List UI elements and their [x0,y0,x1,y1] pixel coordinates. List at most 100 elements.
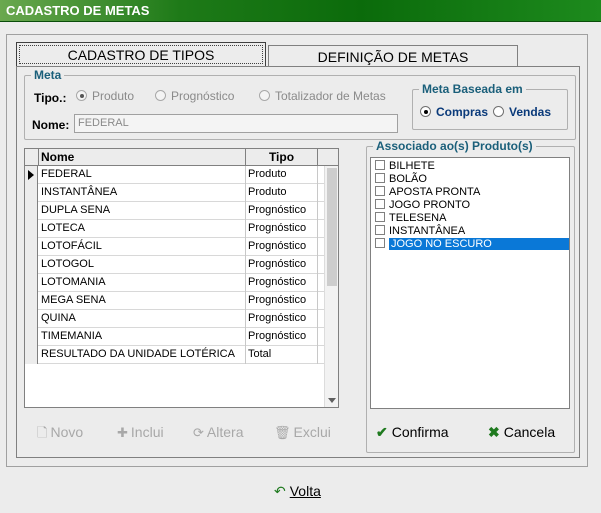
checkbox[interactable] [375,212,385,222]
checkbox[interactable] [375,199,385,209]
grid-header-indicator [25,149,39,166]
checklist-item[interactable]: JOGO NO ESCURO [375,238,569,251]
radio-vendas[interactable]: Vendas [493,105,551,119]
grid-header-tipo[interactable]: Tipo [246,149,318,166]
cancela-button[interactable]: ✖ Cancela [488,424,555,441]
radio-dot [76,90,87,101]
checklist-item[interactable]: JOGO PRONTO [375,199,569,212]
table-row[interactable]: LOTOMANIA Prognóstico [25,274,324,292]
scroll-down-icon[interactable] [328,398,336,403]
cell-nome[interactable]: LOTECA [39,220,246,238]
checklist-item[interactable]: APOSTA PRONTA [375,186,569,199]
table-row[interactable]: RESULTADO DA UNIDADE LOTÉRICA Total [25,346,324,364]
cell-nome[interactable]: MEGA SENA [39,292,246,310]
tipo-radio-totalizador[interactable]: Totalizador de Metas [259,89,386,103]
grid-header-nome[interactable]: Nome [39,149,246,166]
checkbox[interactable] [375,225,385,235]
tipo-label: Tipo.: [34,91,67,105]
new-document-icon: 🗋 [37,425,48,440]
cell-tipo[interactable]: Produto [246,184,318,202]
associado-legend: Associado ao(s) Produto(s) [376,139,533,153]
table-row[interactable]: MEGA SENA Prognóstico [25,292,324,310]
table-row[interactable]: QUINA Prognóstico [25,310,324,328]
cell-tipo[interactable]: Prognóstico [246,220,318,238]
cell-nome[interactable]: LOTOFÁCIL [39,238,246,256]
table-row[interactable]: DUPLA SENA Prognóstico [25,202,324,220]
volta-button[interactable]: ↶ Volta [274,483,321,500]
row-indicator [25,166,38,184]
checklist-item[interactable]: BOLÃO [375,173,569,186]
row-indicator [25,256,38,274]
row-indicator [25,346,38,364]
checklist-item-label: JOGO NO ESCURO [389,238,569,250]
current-row-arrow-icon [28,170,34,180]
cell-nome[interactable]: FEDERAL [39,166,246,184]
meta-legend: Meta [34,68,62,82]
novo-button[interactable]: 🗋 Novo [37,424,83,446]
tipo-radio-prognostico[interactable]: Prognóstico [155,89,234,103]
check-icon: ✔ [376,424,388,440]
tipos-grid[interactable]: Nome Tipo FEDERAL Produto INSTANTÂNEA Produ… [24,148,339,408]
tipo-radio-produto[interactable]: Produto [76,89,134,103]
radio-dot [259,90,270,101]
tab-cadastro-de-tipos[interactable]: CADASTRO DE TIPOS [16,42,266,66]
confirma-button[interactable]: ✔ Confirma [376,424,449,441]
cell-nome[interactable]: DUPLA SENA [39,202,246,220]
cell-nome[interactable]: TIMEMANIA [39,328,246,346]
table-row[interactable]: LOTECA Prognóstico [25,220,324,238]
checklist-item-label: TELESENA [389,212,447,224]
checklist-item[interactable]: INSTANTÂNEA [375,225,569,238]
cell-tipo[interactable]: Prognóstico [246,292,318,310]
cell-tipo[interactable]: Prognóstico [246,202,318,220]
table-row[interactable]: INSTANTÂNEA Produto [25,184,324,202]
cell-tipo[interactable]: Produto [246,166,318,184]
radio-dot [420,106,431,117]
x-icon: ✖ [488,424,500,440]
meta-baseada-legend: Meta Baseada em [422,82,523,96]
table-row[interactable]: TIMEMANIA Prognóstico [25,328,324,346]
row-indicator [25,220,38,238]
checklist-item[interactable]: BILHETE [375,160,569,173]
cell-nome[interactable]: LOTOMANIA [39,274,246,292]
table-row[interactable]: LOTOGOL Prognóstico [25,256,324,274]
checklist-item-label: BILHETE [389,160,435,172]
window-title: CADASTRO DE METAS [6,3,150,18]
scroll-thumb[interactable] [327,168,337,286]
row-indicator [25,274,38,292]
grid-header: Nome Tipo [25,149,338,166]
checkbox[interactable] [375,186,385,196]
checklist-item-label: JOGO PRONTO [389,199,471,211]
row-indicator [25,184,38,202]
checklist-item[interactable]: TELESENA [375,212,569,225]
produtos-checklist[interactable]: BILHETE BOLÃO APOSTA PRONTA JOGO PRONTO TELE… [370,157,570,409]
radio-dot [493,106,504,117]
cell-nome[interactable]: RESULTADO DA UNIDADE LOTÉRICA [39,346,246,364]
cell-tipo[interactable]: Prognóstico [246,310,318,328]
cell-tipo[interactable]: Prognóstico [246,238,318,256]
table-row[interactable]: LOTOFÁCIL Prognóstico [25,238,324,256]
radio-compras[interactable]: Compras [420,105,488,119]
cell-nome[interactable]: INSTANTÂNEA [39,184,246,202]
checkbox[interactable] [375,173,385,183]
tab-definicao-de-metas[interactable]: DEFINIÇÃO DE METAS [268,45,518,67]
cell-nome[interactable]: QUINA [39,310,246,328]
row-indicator [25,202,38,220]
nome-input[interactable]: FEDERAL [74,114,398,133]
cell-tipo[interactable]: Prognóstico [246,328,318,346]
altera-button[interactable]: ⟳ Altera [193,424,243,441]
exclui-button[interactable]: 🗑 Exclui [274,424,331,441]
tab-label-cadastro: CADASTRO DE TIPOS [19,45,263,64]
cell-nome[interactable]: LOTOGOL [39,256,246,274]
nome-label: Nome: [32,118,70,132]
table-row[interactable]: FEDERAL Produto [25,166,324,184]
title-bar: CADASTRO DE METAS [0,0,601,22]
row-indicator [25,328,38,346]
cell-tipo[interactable]: Prognóstico [246,256,318,274]
inclui-button[interactable]: ✚ Inclui [117,424,164,441]
checklist-item-label: APOSTA PRONTA [389,186,481,198]
grid-scrollbar[interactable] [324,166,338,407]
checkbox[interactable] [375,160,385,170]
checkbox[interactable] [375,238,385,248]
cell-tipo[interactable]: Total [246,346,318,364]
cell-tipo[interactable]: Prognóstico [246,274,318,292]
